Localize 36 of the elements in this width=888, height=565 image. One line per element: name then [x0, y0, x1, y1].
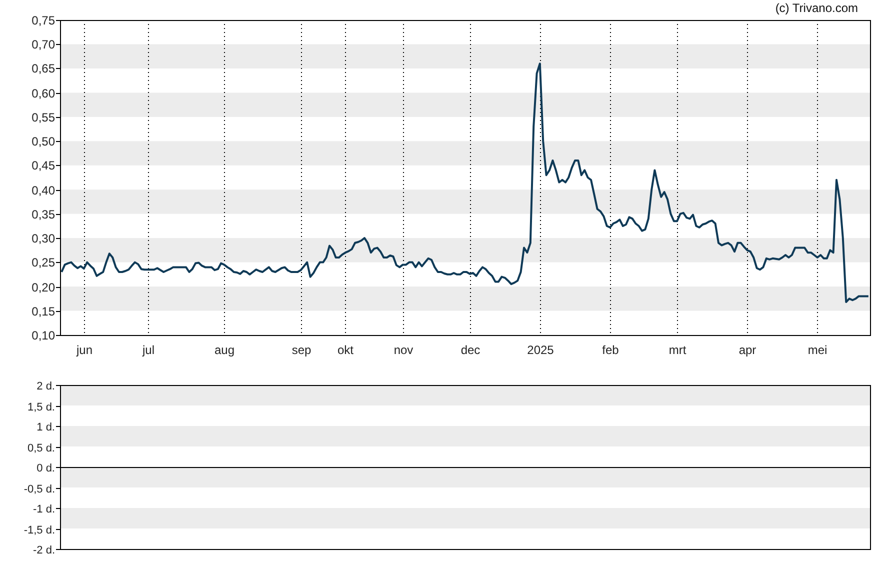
copyright-text: (c) Trivano.com: [775, 1, 858, 15]
x-axis-label: jun: [76, 343, 92, 357]
x-axis-label: apr: [738, 343, 756, 357]
x-axis-label: feb: [602, 343, 619, 357]
y-axis-label: 1 d.: [36, 422, 55, 434]
y-axis-label: 0,70: [32, 38, 55, 52]
y-axis-label: 2 d.: [36, 380, 55, 392]
y-axis-label: 0,75: [32, 14, 55, 28]
y-axis-label: 0,40: [32, 184, 55, 198]
x-axis-label: mrt: [668, 343, 686, 357]
y-axis-label: -0,5 d.: [24, 484, 55, 496]
x-axis-label: jul: [142, 343, 154, 357]
y-axis-label: -1 d.: [32, 504, 55, 516]
y-axis-label: 0,55: [32, 110, 55, 124]
x-axis-label: nov: [394, 343, 414, 357]
y-axis-label: 0,10: [32, 328, 55, 342]
y-axis-label: 0,25: [32, 256, 55, 270]
y-axis-label: 0 d.: [36, 462, 55, 474]
y-axis-label: 0,50: [32, 134, 55, 148]
x-axis-label: aug: [214, 343, 235, 357]
y-axis-label: 1,5 d.: [27, 402, 55, 414]
y-axis-label: 0,60: [32, 86, 55, 100]
y-axis-label: -1,5 d.: [24, 524, 55, 536]
x-axis-label: okt: [338, 343, 354, 357]
y-axis-label: 0,65: [32, 62, 55, 76]
y-axis-label: -2 d.: [32, 544, 55, 556]
y-axis-label: 0,15: [32, 304, 55, 318]
y-axis-label: 0,45: [32, 158, 55, 172]
x-axis-label: 2025: [527, 343, 554, 357]
y-axis-label: 0,20: [32, 280, 55, 294]
x-axis-label: mei: [808, 343, 828, 357]
y-axis-label: 0,30: [32, 232, 55, 246]
x-axis-label: dec: [460, 343, 480, 357]
x-axis-label: sep: [292, 343, 312, 357]
y-axis-label: 0,5 d.: [27, 442, 55, 454]
y-axis-label: 0,35: [32, 208, 55, 222]
